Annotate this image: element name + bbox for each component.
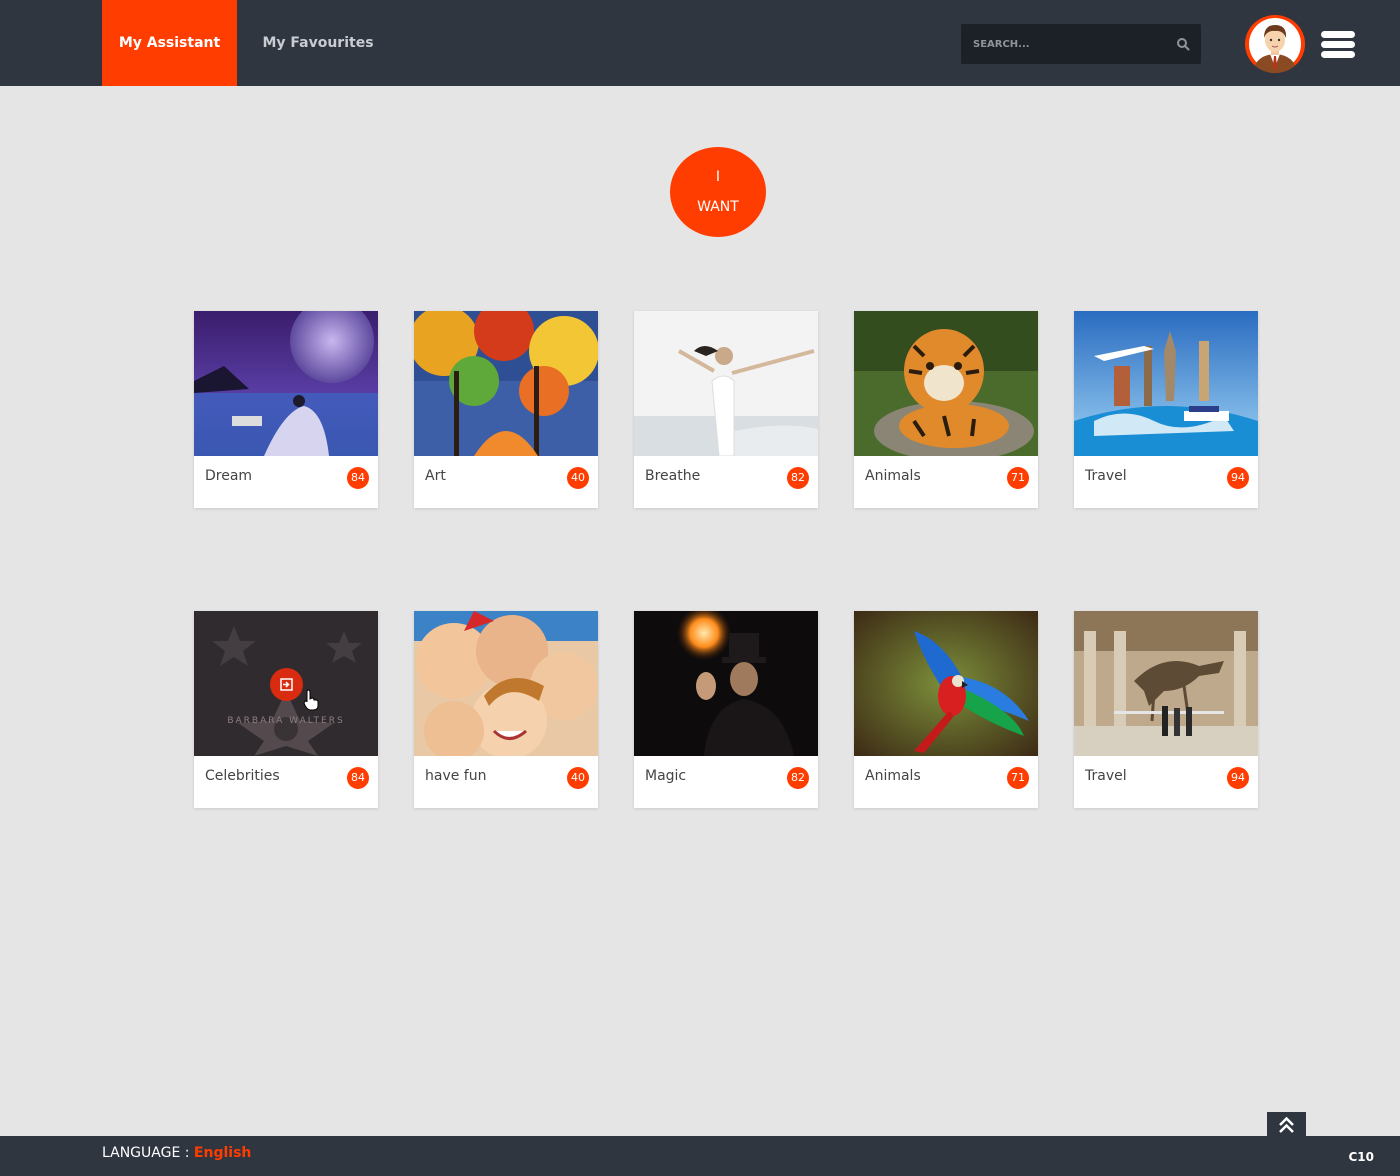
search-input[interactable] [961, 24, 1161, 64]
category-label: Breathe [645, 468, 701, 484]
category-count-badge: 40 [567, 467, 589, 489]
celebrities-image: BARBARA WALTERS [194, 611, 378, 756]
category-count-badge: 84 [347, 767, 369, 789]
category-count-badge: 94 [1227, 467, 1249, 489]
hamburger-menu-icon[interactable] [1321, 31, 1355, 58]
page-code: C10 [1348, 1150, 1374, 1164]
category-count-badge: 71 [1007, 467, 1029, 489]
scroll-to-top-button[interactable] [1267, 1112, 1306, 1139]
category-count-badge: 82 [787, 467, 809, 489]
macaw-image [854, 611, 1038, 756]
i-want-button[interactable]: I WANT [670, 147, 766, 237]
top-navigation-bar: My Assistant My Favourites [0, 0, 1400, 86]
category-card-animals-2[interactable]: Animals 71 [854, 611, 1038, 808]
category-card-have-fun[interactable]: have fun 40 [414, 611, 598, 808]
category-label: Celebrities [205, 768, 280, 784]
category-card-animals[interactable]: Animals 71 [854, 311, 1038, 508]
category-label: Travel [1085, 468, 1127, 484]
category-card-dream[interactable]: Dream 84 [194, 311, 378, 508]
category-card-art[interactable]: Art 40 [414, 311, 598, 508]
category-card-breathe[interactable]: Breathe 82 [634, 311, 818, 508]
category-label: Travel [1085, 768, 1127, 784]
category-count-badge: 94 [1227, 767, 1249, 789]
category-card-travel-2[interactable]: Travel 94 [1074, 611, 1258, 808]
language-label: LANGUAGE : [102, 1145, 190, 1161]
language-value-link[interactable]: English [194, 1145, 251, 1161]
category-label: have fun [425, 768, 487, 784]
breathe-image [634, 311, 818, 456]
footer-bar: LANGUAGE : English C10 [0, 1136, 1400, 1176]
tiger-image [854, 311, 1038, 456]
search-box [961, 24, 1201, 64]
category-label: Animals [865, 768, 921, 784]
magic-image [634, 611, 818, 756]
category-card-travel[interactable]: Travel 94 [1074, 311, 1258, 508]
category-label: Magic [645, 768, 687, 784]
category-count-badge: 40 [567, 767, 589, 789]
category-card-celebrities[interactable]: BARBARA WALTERS Celebrities 84 [194, 611, 378, 808]
art-image [414, 311, 598, 456]
have-fun-image [414, 611, 598, 756]
category-label: Animals [865, 468, 921, 484]
svg-text:BARBARA WALTERS: BARBARA WALTERS [227, 716, 344, 726]
search-icon[interactable] [1176, 37, 1190, 51]
hand-cursor-icon [303, 689, 319, 711]
language-selector: LANGUAGE : English [102, 1145, 251, 1161]
category-label: Art [425, 468, 446, 484]
open-category-hover-button[interactable] [270, 668, 303, 701]
i-want-line2: WANT [697, 199, 739, 215]
category-count-badge: 71 [1007, 767, 1029, 789]
dream-image [194, 311, 378, 456]
category-count-badge: 82 [787, 767, 809, 789]
category-count-badge: 84 [347, 467, 369, 489]
travel-image [1074, 311, 1258, 456]
category-card-magic[interactable]: Magic 82 [634, 611, 818, 808]
tab-my-favourites[interactable]: My Favourites [256, 0, 380, 86]
category-label: Dream [205, 468, 253, 484]
i-want-line1: I [715, 169, 721, 185]
tab-my-assistant[interactable]: My Assistant [102, 0, 237, 86]
user-avatar[interactable] [1245, 15, 1305, 73]
double-chevron-up-icon [1279, 1116, 1294, 1133]
museum-image [1074, 611, 1258, 756]
